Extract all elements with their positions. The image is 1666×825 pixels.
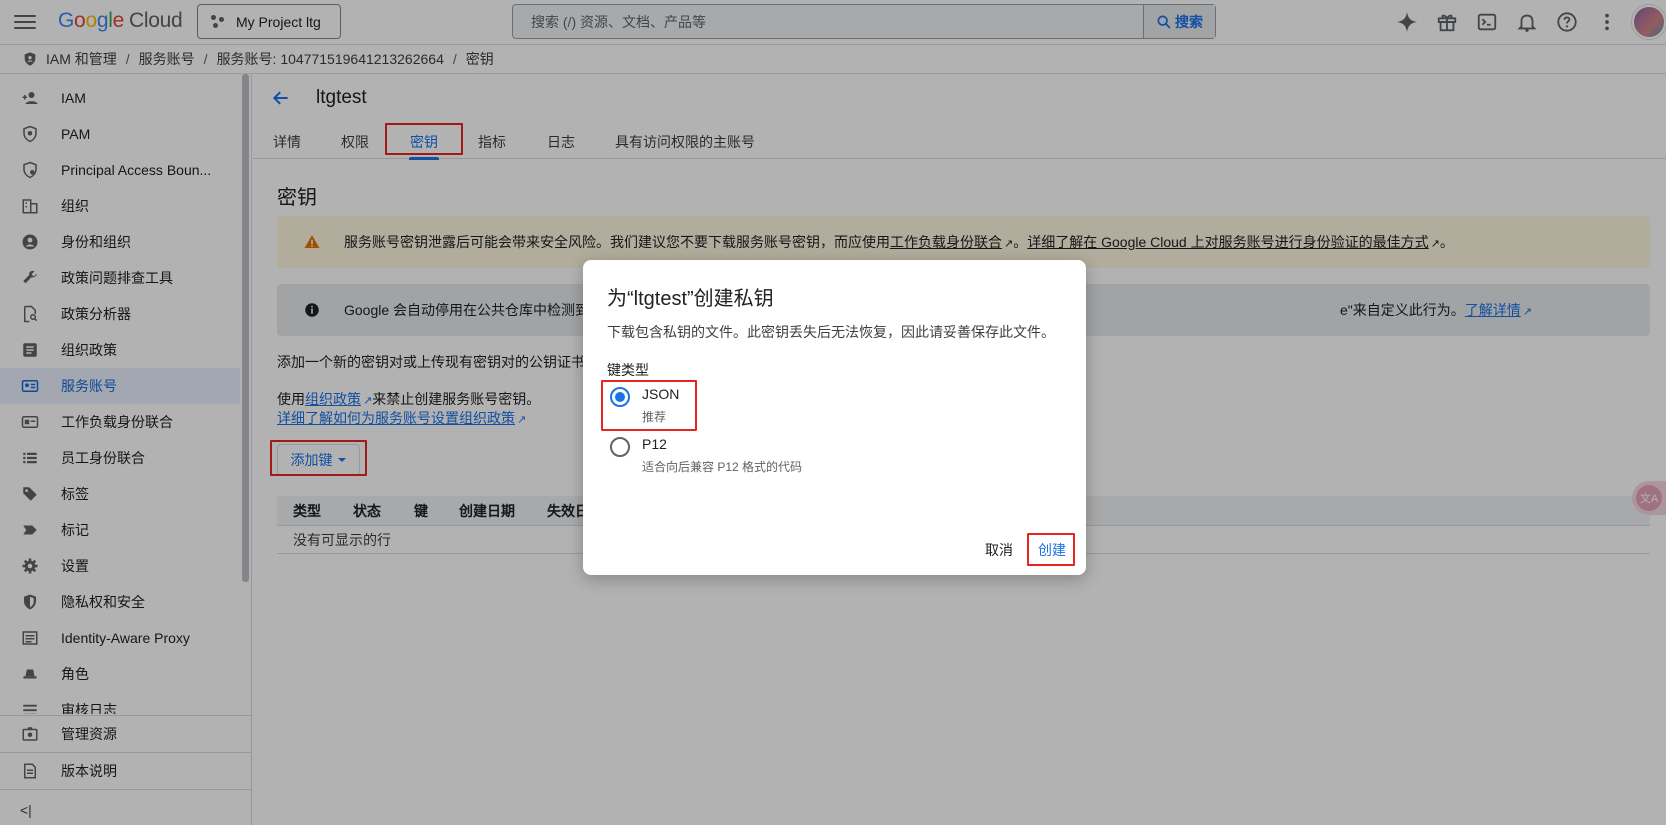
p12-option-sub: 适合向后兼容 P12 格式的代码 [642,460,803,474]
create-button[interactable]: 创建 [1038,540,1066,560]
dialog-description: 下载包含私钥的文件。此密钥丢失后无法恢复，因此请妥善保存此文件。 [607,324,1055,340]
key-type-label: 键类型 [607,362,649,378]
json-option-sub: 推荐 [642,410,667,424]
p12-option-text: P12 适合向后兼容 P12 格式的代码 [642,436,802,475]
p12-option-label: P12 [642,436,667,452]
json-option-text: JSON 推荐 [642,386,679,425]
key-type-option-json[interactable]: JSON 推荐 [610,386,679,425]
dialog-title: 为“ltgtest”创建私钥 [607,288,774,310]
p12-radio[interactable] [610,437,630,457]
create-private-key-dialog: 为“ltgtest”创建私钥 下载包含私钥的文件。此密钥丢失后无法恢复，因此请妥… [583,260,1086,575]
cancel-button[interactable]: 取消 [985,540,1013,560]
json-option-label: JSON [642,386,680,402]
json-radio[interactable] [610,387,630,407]
key-type-option-p12[interactable]: P12 适合向后兼容 P12 格式的代码 [610,436,802,475]
